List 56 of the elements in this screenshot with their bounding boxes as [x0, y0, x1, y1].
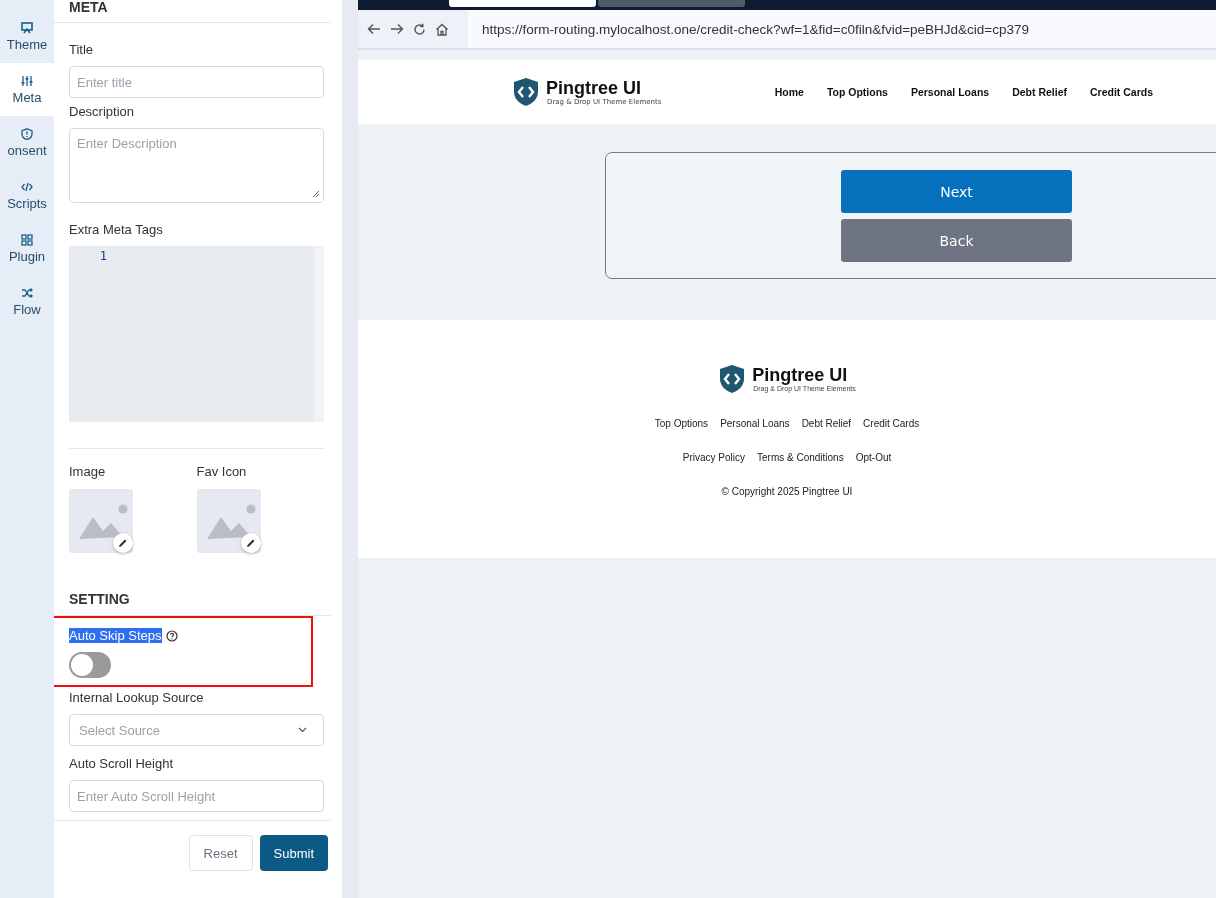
reset-button[interactable]: Reset [188, 835, 253, 871]
section-heading: SETTING [69, 591, 131, 609]
pencil-icon [245, 538, 256, 548]
nav-tab[interactable]: Meta [0, 63, 54, 116]
code-icon [21, 180, 33, 193]
copyright-text: © Copyright 2025 Pingtree UI [721, 486, 853, 497]
nav-tab[interactable]: Plugin [0, 222, 54, 275]
sliders-icon [21, 74, 33, 87]
shield-icon [21, 127, 33, 140]
footer-link[interactable]: Opt-Out [855, 452, 892, 463]
easel-icon [21, 21, 33, 34]
field-label: Image [69, 464, 107, 479]
logo-name: Pingtree UI [752, 365, 849, 385]
nav-link[interactable]: Top Options [826, 86, 888, 98]
nav-link[interactable]: Debt Relief [1012, 86, 1067, 98]
nav-tab[interactable]: Scripts [0, 169, 54, 222]
chevron-down-icon [298, 727, 307, 733]
shuffle-icon [21, 286, 33, 299]
nav-tab[interactable]: Flow [0, 275, 54, 328]
field-label: Auto Scroll Height [69, 756, 175, 771]
field-label: Internal Lookup Source [69, 690, 205, 705]
home-icon[interactable] [435, 22, 449, 36]
help-icon [165, 629, 178, 642]
nav-link[interactable]: Personal Loans [910, 86, 990, 98]
toggle-switch[interactable] [69, 652, 111, 678]
field-label: Title [69, 42, 95, 57]
footer-link[interactable]: Privacy Policy [682, 452, 745, 463]
nav-link[interactable]: Home [774, 86, 804, 98]
edit-button[interactable] [113, 533, 133, 553]
resize-grip-icon [312, 190, 319, 197]
back-button[interactable]: Back [841, 219, 1072, 262]
submit-button[interactable]: Submit [259, 835, 328, 871]
grid-icon [21, 233, 33, 246]
field-label: Fav Icon [196, 464, 248, 479]
footer-link[interactable]: Top Options [654, 418, 709, 429]
shield-logo-icon [718, 364, 747, 394]
forward-arrow-icon[interactable] [390, 23, 404, 35]
footer-link[interactable]: Debt Relief [801, 418, 852, 429]
reload-icon[interactable] [413, 22, 426, 36]
nav-link[interactable]: Credit Cards [1090, 86, 1153, 98]
footer-link[interactable]: Terms & Conditions [757, 452, 844, 463]
toggle-label: Auto Skip Steps [69, 628, 162, 643]
field-label: Description [69, 104, 136, 119]
section-heading: META [54, 0, 331, 23]
shield-logo-icon [512, 77, 540, 107]
next-button[interactable]: Next [841, 170, 1072, 213]
field-label: Extra Meta Tags [69, 222, 164, 237]
footer-link[interactable]: Credit Cards [863, 418, 920, 429]
edit-button[interactable] [240, 533, 261, 553]
nav-tab[interactable]: onsent [0, 116, 54, 169]
code-editor[interactable]: 1 [69, 246, 324, 422]
pencil-icon [118, 538, 128, 548]
nav-tab[interactable]: Theme [0, 10, 54, 63]
back-arrow-icon[interactable] [367, 23, 381, 35]
footer-link[interactable]: Personal Loans [720, 418, 790, 429]
logo-name: Pingtree UI [546, 78, 643, 98]
